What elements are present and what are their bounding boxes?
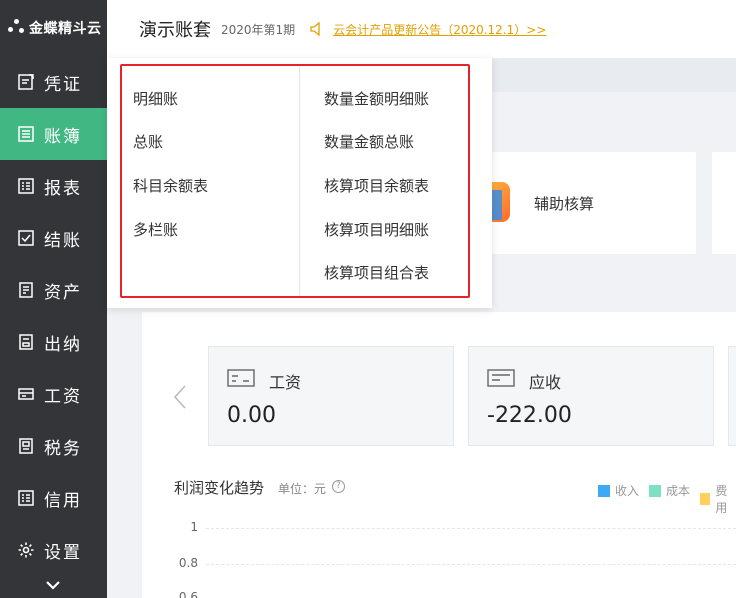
- payroll-card-icon: [227, 369, 255, 387]
- grid-line: [206, 564, 736, 565]
- report-icon: [16, 176, 36, 196]
- stat-card-receivable[interactable]: 应收 -222.00: [468, 346, 714, 446]
- sidebar-item-label: 出纳: [44, 334, 82, 355]
- logo-text: 金蝶精斗云: [29, 21, 102, 37]
- sidebar-item-cashier[interactable]: 出纳: [0, 316, 107, 368]
- legend-item-expense[interactable]: 费用: [700, 482, 736, 516]
- menu-item-qty-amount-detail[interactable]: 数量金额明细账: [324, 88, 429, 109]
- account-name[interactable]: 演示账套: [139, 16, 211, 42]
- sidebar-item-asset[interactable]: 资产: [0, 264, 107, 316]
- legend-item-cost[interactable]: 成本: [649, 482, 690, 499]
- dropdown-divider: [299, 64, 300, 298]
- sidebar-item-voucher[interactable]: 凭证: [0, 56, 107, 108]
- stat-value: -222.00: [487, 403, 572, 428]
- asset-icon: [16, 280, 36, 300]
- sidebar-item-label: 设置: [44, 542, 82, 563]
- sidebar-item-tax[interactable]: 税务: [0, 420, 107, 472]
- sidebar-item-payroll[interactable]: 工资: [0, 368, 107, 420]
- menu-item-account-balance[interactable]: 科目余额表: [133, 175, 208, 196]
- sidebar-item-report[interactable]: 报表: [0, 160, 107, 212]
- stat-title: 工资: [269, 373, 302, 392]
- tab-strip: [492, 58, 736, 92]
- logo-icon: [8, 19, 26, 37]
- help-icon[interactable]: ?: [332, 480, 345, 493]
- checkout-icon: [16, 228, 36, 248]
- sidebar-item-settings[interactable]: 设置: [0, 524, 107, 576]
- accounting-period: 2020年第1期: [221, 22, 296, 37]
- logo[interactable]: 金蝶精斗云: [0, 0, 107, 56]
- y-tick-label: 1: [190, 520, 198, 534]
- legend-swatch: [598, 484, 610, 497]
- stat-value: 0.00: [227, 403, 276, 428]
- update-notice-link[interactable]: 云会计产品更新公告（2020.12.1）>>: [333, 21, 546, 38]
- credit-icon: [16, 488, 36, 508]
- menu-item-item-balance[interactable]: 核算项目余额表: [324, 175, 429, 196]
- voucher-icon: [16, 72, 36, 92]
- chevron-down-icon[interactable]: [44, 576, 62, 594]
- legend-swatch: [700, 493, 711, 505]
- sidebar-item-label: 税务: [44, 438, 82, 459]
- sidebar-item-label: 账簿: [44, 126, 82, 147]
- chevron-left-icon[interactable]: [172, 384, 188, 410]
- sidebar-item-credit[interactable]: 信用: [0, 472, 107, 524]
- cashier-icon: [16, 332, 36, 352]
- sidebar-item-label: 信用: [44, 490, 82, 511]
- stat-card-payroll[interactable]: 工资 0.00: [208, 346, 454, 446]
- sidebar: 金蝶精斗云 凭证 账簿 报表 结账 资产 出纳 工资 税务 信用 设置: [0, 0, 107, 598]
- sidebar-item-label: 资产: [44, 282, 82, 303]
- menu-item-detail-ledger[interactable]: 明细账: [133, 88, 178, 109]
- stat-title: 应收: [529, 373, 562, 392]
- receivable-card-icon: [487, 369, 515, 387]
- sidebar-item-label: 工资: [44, 386, 82, 407]
- legend-label: 收入: [615, 484, 640, 498]
- legend-label: 费用: [715, 484, 728, 515]
- y-tick-label: 0.8: [178, 556, 198, 570]
- quick-card-partial[interactable]: [712, 152, 736, 254]
- sidebar-item-checkout[interactable]: 结账: [0, 212, 107, 264]
- menu-item-multi-column[interactable]: 多栏账: [133, 219, 178, 240]
- legend-item-income[interactable]: 收入: [598, 482, 639, 499]
- chart-title: 利润变化趋势: [174, 479, 265, 497]
- sidebar-item-label: 凭证: [44, 74, 82, 95]
- speaker-icon: [310, 21, 320, 37]
- menu-item-general-ledger[interactable]: 总账: [133, 131, 163, 152]
- quick-card-label: 辅助核算: [534, 194, 595, 213]
- sidebar-item-ledger[interactable]: 账簿: [0, 108, 107, 160]
- sidebar-item-label: 结账: [44, 230, 82, 251]
- stat-card-partial[interactable]: [728, 346, 736, 446]
- y-tick-label: 0.6: [178, 590, 198, 598]
- menu-item-item-combination[interactable]: 核算项目组合表: [324, 262, 429, 283]
- gear-icon: [16, 540, 36, 560]
- menu-item-qty-amount-general[interactable]: 数量金额总账: [324, 131, 414, 152]
- legend-swatch: [649, 484, 661, 497]
- tax-icon: [16, 436, 36, 456]
- chart-unit: 单位：元: [278, 482, 327, 496]
- quick-card-auxiliary[interactable]: 辅助核算: [488, 152, 696, 254]
- top-header: 演示账套 2020年第1期 云会计产品更新公告（2020.12.1）>>: [107, 0, 736, 58]
- menu-item-item-detail[interactable]: 核算项目明细账: [324, 219, 429, 240]
- sidebar-item-label: 报表: [44, 178, 82, 199]
- ledger-icon: [16, 124, 36, 144]
- payroll-icon: [16, 384, 36, 404]
- legend-label: 成本: [666, 484, 691, 498]
- grid-line: [206, 528, 736, 529]
